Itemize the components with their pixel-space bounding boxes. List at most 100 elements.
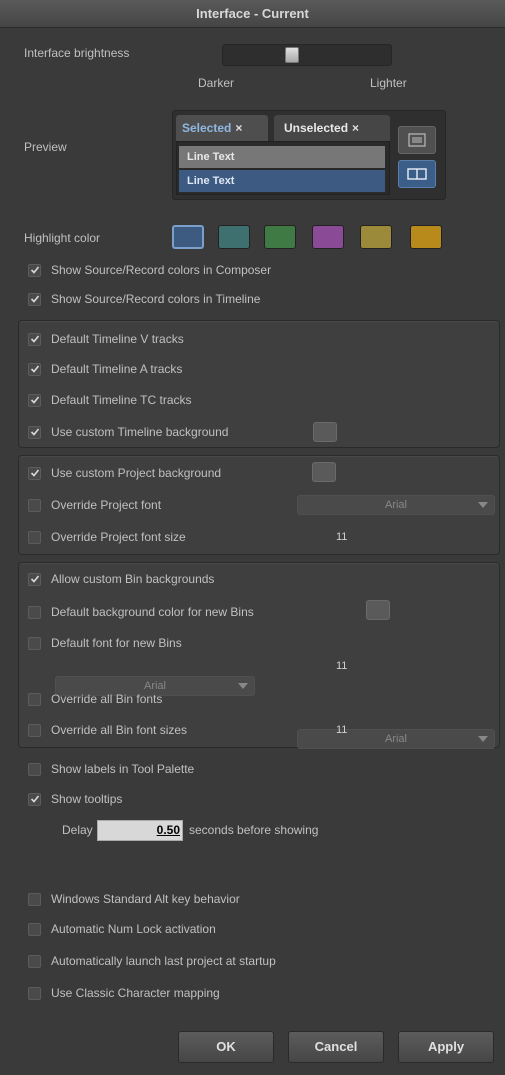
project-font-dropdown[interactable]: Arial: [297, 495, 495, 515]
bin-default-bg-label: Default background color for new Bins: [51, 605, 254, 619]
bin-override-sizes-checkbox[interactable]: [28, 723, 41, 737]
bin-override-fonts-option[interactable]: Override all Bin fonts: [28, 688, 162, 710]
bin-override-fonts-dropdown[interactable]: Arial: [297, 729, 495, 749]
auto-launch-checkbox[interactable]: [28, 954, 41, 968]
delay-suffix-label: seconds before showing: [189, 823, 319, 837]
project-bg-checkbox[interactable]: [28, 466, 41, 480]
alt-key-label: Windows Standard Alt key behavior: [51, 892, 240, 906]
composer-colors-checkbox[interactable]: [28, 263, 41, 277]
timeline-a-checkbox[interactable]: [28, 362, 41, 376]
tool-palette-labels-checkbox[interactable]: [28, 762, 41, 776]
num-lock-checkbox[interactable]: [28, 922, 41, 936]
alt-key-option[interactable]: Windows Standard Alt key behavior: [28, 888, 240, 910]
tab-unselected-label: Unselected: [284, 121, 349, 135]
close-icon[interactable]: ×: [235, 121, 242, 135]
delay-input[interactable]: 0.50: [97, 820, 183, 841]
bin-default-bg-checkbox[interactable]: [28, 605, 41, 619]
classic-char-label: Use Classic Character mapping: [51, 986, 220, 1000]
composer-colors-option[interactable]: Show Source/Record colors in Composer: [28, 259, 271, 281]
bin-default-font-size[interactable]: 11: [336, 660, 347, 672]
preview-line-selected: Line Text: [179, 170, 385, 192]
preview-label: Preview: [24, 140, 67, 154]
bin-override-fonts-value: Arial: [384, 733, 407, 745]
num-lock-label: Automatic Num Lock activation: [51, 922, 216, 936]
highlight-swatch[interactable]: [360, 225, 392, 249]
auto-launch-option[interactable]: Automatically launch last project at sta…: [28, 950, 276, 972]
delay-label: Delay: [62, 823, 93, 837]
project-font-checkbox[interactable]: [28, 498, 41, 512]
project-font-value: Arial: [384, 499, 407, 511]
brightness-darker-label: Darker: [198, 76, 235, 90]
brightness-slider-thumb[interactable]: [285, 47, 299, 63]
project-font-label: Override Project font: [51, 498, 162, 512]
timeline-colors-checkbox[interactable]: [28, 292, 41, 306]
cancel-button[interactable]: Cancel: [288, 1031, 384, 1063]
timeline-a-option[interactable]: Default Timeline A tracks: [28, 358, 182, 380]
timeline-v-option[interactable]: Default Timeline V tracks: [28, 328, 184, 350]
timeline-tc-label: Default Timeline TC tracks: [51, 393, 192, 407]
highlight-swatch[interactable]: [264, 225, 296, 249]
close-icon[interactable]: ×: [352, 121, 359, 135]
bin-default-bg-option[interactable]: Default background color for new Bins: [28, 601, 254, 623]
ok-button[interactable]: OK: [178, 1031, 274, 1063]
bin-allow-bg-option[interactable]: Allow custom Bin backgrounds: [28, 568, 214, 590]
highlight-swatch[interactable]: [218, 225, 250, 249]
project-bg-option[interactable]: Use custom Project background: [28, 462, 221, 484]
alt-key-checkbox[interactable]: [28, 892, 41, 906]
bin-default-bg-color-swatch[interactable]: [366, 600, 390, 620]
project-size-value[interactable]: 11: [336, 531, 347, 543]
bin-override-sizes-label: Override all Bin font sizes: [51, 723, 188, 737]
timeline-colors-option[interactable]: Show Source/Record colors in Timeline: [28, 288, 260, 310]
num-lock-option[interactable]: Automatic Num Lock activation: [28, 918, 216, 940]
highlight-color-label: Highlight color: [24, 231, 101, 245]
classic-char-option[interactable]: Use Classic Character mapping: [28, 982, 220, 1004]
project-bg-label: Use custom Project background: [51, 466, 222, 480]
tab-selected-label: Selected: [182, 121, 232, 135]
tool-palette-labels-option[interactable]: Show labels in Tool Palette: [28, 758, 194, 780]
bin-allow-bg-checkbox[interactable]: [28, 572, 41, 586]
bin-default-font-checkbox[interactable]: [28, 636, 41, 650]
timeline-bg-color-swatch[interactable]: [313, 422, 337, 442]
timeline-bg-label: Use custom Timeline background: [51, 425, 229, 439]
frame-view-icon: [408, 133, 426, 147]
chevron-down-icon: [238, 683, 248, 689]
highlight-swatch[interactable]: [312, 225, 344, 249]
bin-override-fonts-checkbox[interactable]: [28, 692, 41, 706]
bin-default-font-label: Default font for new Bins: [51, 636, 182, 650]
apply-button[interactable]: Apply: [398, 1031, 494, 1063]
tab-unselected[interactable]: Unselected ×: [274, 115, 390, 141]
highlight-swatch[interactable]: [410, 225, 442, 249]
show-tooltips-checkbox[interactable]: [28, 792, 41, 806]
brightness-lighter-label: Lighter: [370, 76, 407, 90]
project-size-label: Override Project font size: [51, 530, 186, 544]
timeline-colors-label: Show Source/Record colors in Timeline: [51, 292, 261, 306]
preview-list: Line Text Line Text: [176, 141, 390, 195]
brightness-slider[interactable]: [222, 44, 392, 66]
classic-char-checkbox[interactable]: [28, 986, 41, 1000]
project-size-checkbox[interactable]: [28, 530, 41, 544]
auto-launch-label: Automatically launch last project at sta…: [51, 954, 276, 968]
highlight-swatch[interactable]: [172, 225, 204, 249]
show-tooltips-option[interactable]: Show tooltips: [28, 788, 122, 810]
project-bg-color-swatch[interactable]: [312, 462, 336, 482]
timeline-v-label: Default Timeline V tracks: [51, 332, 184, 346]
timeline-tc-checkbox[interactable]: [28, 393, 41, 407]
timeline-bg-option[interactable]: Use custom Timeline background: [28, 421, 228, 443]
bin-override-sizes-option[interactable]: Override all Bin font sizes: [28, 719, 187, 741]
chevron-down-icon: [478, 736, 488, 742]
tab-selected[interactable]: Selected ×: [176, 115, 268, 141]
preview-view-button[interactable]: [398, 126, 436, 154]
timeline-v-checkbox[interactable]: [28, 332, 41, 346]
timeline-tc-option[interactable]: Default Timeline TC tracks: [28, 389, 192, 411]
window-title: Interface - Current: [0, 0, 505, 28]
bin-allow-bg-label: Allow custom Bin backgrounds: [51, 572, 215, 586]
tool-palette-labels-label: Show labels in Tool Palette: [51, 762, 195, 776]
preview-toggle-button[interactable]: [398, 160, 436, 188]
brightness-label: Interface brightness: [24, 46, 130, 60]
bin-default-font-option[interactable]: Default font for new Bins: [28, 632, 182, 654]
project-size-option[interactable]: Override Project font size: [28, 526, 186, 548]
bin-override-sizes-value[interactable]: 11: [336, 724, 347, 736]
timeline-a-label: Default Timeline A tracks: [51, 362, 183, 376]
project-font-option[interactable]: Override Project font: [28, 494, 161, 516]
timeline-bg-checkbox[interactable]: [28, 425, 41, 439]
